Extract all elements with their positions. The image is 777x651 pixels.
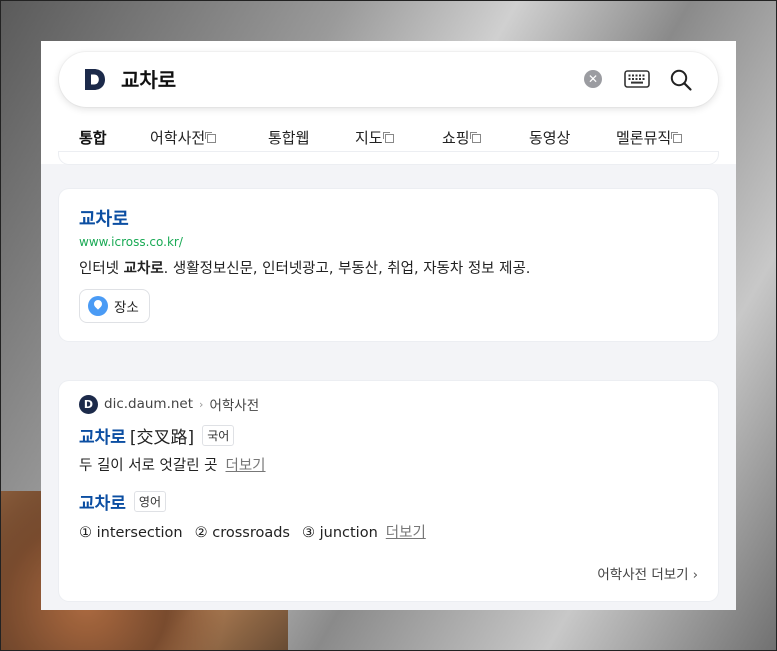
external-link-icon <box>671 132 683 143</box>
dictionary-source[interactable]: D dic.daum.net › 어학사전 <box>79 394 259 414</box>
place-button[interactable]: 장소 <box>79 289 150 323</box>
result-title-link[interactable]: 교차로 <box>79 205 129 231</box>
chevron-right-icon: › <box>692 567 698 583</box>
search-results-window: 교차로 ✕ 통합 어학사전 통합웹 지도 쇼핑 동영상 멜론뮤직 교차로 www… <box>41 41 736 610</box>
language-tag: 영어 <box>133 491 167 512</box>
web-result-card: 교차로 www.icross.co.kr/ 인터넷 교차로. 생활정보신문, 인… <box>59 189 718 341</box>
dictionary-card: D dic.daum.net › 어학사전 교차로 [交叉路] 국어 두 길이 … <box>59 381 718 601</box>
keyboard-icon[interactable] <box>624 70 650 88</box>
magnifier-icon[interactable] <box>669 68 693 92</box>
entry-definition: 두 길이 서로 엇갈린 곳 더보기 <box>79 458 266 474</box>
external-link-icon <box>205 132 217 143</box>
tab-shopping[interactable]: 쇼핑 <box>442 127 481 148</box>
search-bar[interactable]: 교차로 ✕ <box>59 52 718 107</box>
tab-dictionary[interactable]: 어학사전 <box>150 127 217 148</box>
tab-integrated[interactable]: 통합 <box>79 127 107 148</box>
chevron-right-icon: › <box>199 397 204 411</box>
result-description: 인터넷 교차로. 생활정보신문, 인터넷광고, 부동산, 취업, 자동차 정보 … <box>79 261 531 277</box>
entry-word-link[interactable]: 교차로 <box>79 489 126 514</box>
previous-card-edge <box>59 152 718 164</box>
daum-dict-logo-icon: D <box>79 394 98 414</box>
entry-meanings: ① intersection ② crossroads ③ junction 더보기 <box>79 525 426 541</box>
tab-melon-music[interactable]: 멜론뮤직 <box>616 127 683 148</box>
tab-video[interactable]: 동영상 <box>529 127 570 148</box>
dictionary-entry-korean: 교차로 [交叉路] 국어 <box>79 423 235 448</box>
external-link-icon <box>382 132 394 143</box>
entry-word-link[interactable]: 교차로 <box>79 423 126 448</box>
tab-web[interactable]: 통합웹 <box>268 127 309 148</box>
more-link[interactable]: 더보기 <box>226 458 266 474</box>
dictionary-more-link[interactable]: 어학사전 더보기 › <box>597 563 698 583</box>
result-url[interactable]: www.icross.co.kr/ <box>79 235 183 249</box>
location-pin-icon <box>88 296 108 316</box>
search-input[interactable]: 교차로 <box>121 67 176 93</box>
close-circle-icon[interactable]: ✕ <box>584 70 602 88</box>
tab-map[interactable]: 지도 <box>355 127 394 148</box>
daum-logo-icon <box>85 69 105 90</box>
language-tag: 국어 <box>202 425 235 446</box>
dictionary-entry-english: 교차로 영어 <box>79 489 167 514</box>
more-link[interactable]: 더보기 <box>386 525 426 541</box>
external-link-icon <box>469 132 481 143</box>
